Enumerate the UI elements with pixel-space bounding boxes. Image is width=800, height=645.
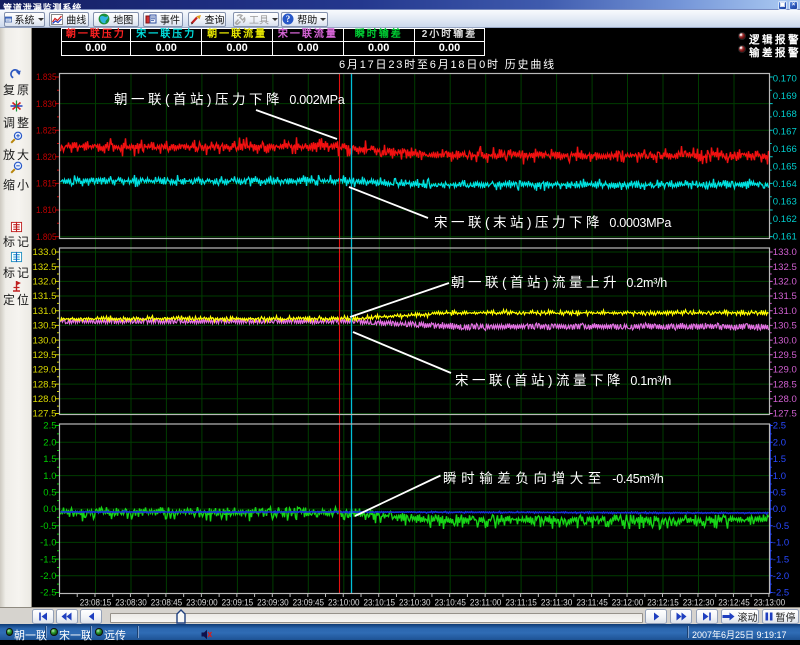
svg-text:128.5: 128.5 [773, 379, 797, 390]
svg-text:2.5: 2.5 [43, 421, 56, 432]
svg-text:132.5: 132.5 [773, 262, 797, 273]
svg-text:0.161: 0.161 [773, 232, 797, 243]
svg-text:23:13:00: 23:13:00 [754, 598, 786, 608]
svg-text:23:12:30: 23:12:30 [683, 598, 715, 608]
svg-text:23:10:30: 23:10:30 [399, 598, 431, 608]
svg-text:1.0: 1.0 [43, 471, 56, 482]
svg-text:131.0: 131.0 [773, 306, 797, 317]
svg-text:23:10:15: 23:10:15 [364, 598, 396, 608]
svg-text:130.5: 130.5 [773, 321, 797, 332]
svg-text:23:10:00: 23:10:00 [328, 598, 360, 608]
svg-text:0.5: 0.5 [43, 488, 56, 499]
svg-text:129.0: 129.0 [773, 365, 797, 376]
svg-text:-2.5: -2.5 [40, 588, 56, 599]
svg-text:1.835: 1.835 [36, 72, 57, 82]
svg-text:23:09:30: 23:09:30 [257, 598, 289, 608]
svg-text:0.0: 0.0 [43, 504, 56, 515]
svg-text:128.5: 128.5 [33, 379, 57, 390]
svg-text:1.5: 1.5 [43, 454, 56, 465]
svg-text:-1.5: -1.5 [40, 554, 56, 565]
svg-text:128.0: 128.0 [33, 394, 57, 405]
svg-text:129.5: 129.5 [33, 350, 57, 361]
svg-text:23:10:45: 23:10:45 [434, 598, 466, 608]
svg-text:128.0: 128.0 [773, 394, 797, 405]
svg-text:1.815: 1.815 [36, 179, 57, 189]
svg-text:0.170: 0.170 [773, 74, 797, 85]
svg-text:130.5: 130.5 [33, 321, 57, 332]
svg-text:-0.5: -0.5 [773, 521, 789, 532]
svg-text:1.810: 1.810 [36, 205, 57, 215]
svg-text:-0.5: -0.5 [40, 521, 56, 532]
svg-text:23:12:00: 23:12:00 [612, 598, 644, 608]
svg-text:133.0: 133.0 [33, 247, 57, 258]
svg-text:130.0: 130.0 [773, 335, 797, 346]
svg-text:0.0: 0.0 [773, 504, 786, 515]
svg-text:-2.0: -2.0 [40, 571, 56, 582]
svg-text:1.5: 1.5 [773, 454, 786, 465]
svg-text:131.5: 131.5 [33, 291, 57, 302]
svg-text:131.0: 131.0 [33, 306, 57, 317]
svg-text:1.830: 1.830 [36, 99, 57, 109]
svg-text:131.5: 131.5 [773, 291, 797, 302]
svg-text:1.805: 1.805 [36, 232, 57, 242]
svg-text:0.169: 0.169 [773, 91, 797, 102]
svg-text:0.168: 0.168 [773, 109, 797, 120]
svg-text:129.0: 129.0 [33, 365, 57, 376]
svg-text:1.820: 1.820 [36, 152, 57, 162]
svg-text:0.164: 0.164 [773, 179, 797, 190]
svg-text:0.165: 0.165 [773, 161, 797, 172]
svg-text:127.5: 127.5 [773, 409, 797, 420]
svg-text:130.0: 130.0 [33, 335, 57, 346]
svg-text:2.0: 2.0 [43, 437, 56, 448]
svg-text:23:08:15: 23:08:15 [80, 598, 112, 608]
svg-text:0.5: 0.5 [773, 488, 786, 499]
svg-text:23:12:15: 23:12:15 [647, 598, 679, 608]
svg-text:-2.0: -2.0 [773, 571, 789, 582]
svg-text:23:12:45: 23:12:45 [718, 598, 750, 608]
svg-text:1.0: 1.0 [773, 471, 786, 482]
svg-text:23:08:30: 23:08:30 [115, 598, 147, 608]
svg-text:23:11:15: 23:11:15 [505, 598, 537, 608]
svg-text:127.5: 127.5 [33, 409, 57, 420]
svg-text:-1.0: -1.0 [40, 538, 56, 549]
svg-text:132.0: 132.0 [773, 277, 797, 288]
svg-text:2.5: 2.5 [773, 421, 786, 432]
svg-text:23:11:00: 23:11:00 [470, 598, 502, 608]
svg-text:23:09:45: 23:09:45 [293, 598, 325, 608]
svg-text:0.163: 0.163 [773, 197, 797, 208]
svg-text:1.825: 1.825 [36, 125, 57, 135]
svg-text:132.0: 132.0 [33, 277, 57, 288]
svg-text:0.166: 0.166 [773, 144, 797, 155]
svg-text:132.5: 132.5 [33, 262, 57, 273]
svg-text:-1.0: -1.0 [773, 538, 789, 549]
svg-text:-1.5: -1.5 [773, 554, 789, 565]
svg-text:2.0: 2.0 [773, 437, 786, 448]
svg-text:23:08:45: 23:08:45 [151, 598, 183, 608]
svg-text:0.162: 0.162 [773, 214, 797, 225]
svg-text:23:09:15: 23:09:15 [222, 598, 254, 608]
svg-text:23:11:45: 23:11:45 [576, 598, 608, 608]
svg-text:129.5: 129.5 [773, 350, 797, 361]
svg-text:0.167: 0.167 [773, 126, 797, 137]
svg-text:23:11:30: 23:11:30 [541, 598, 573, 608]
svg-text:133.0: 133.0 [773, 247, 797, 258]
svg-text:23:09:00: 23:09:00 [186, 598, 218, 608]
